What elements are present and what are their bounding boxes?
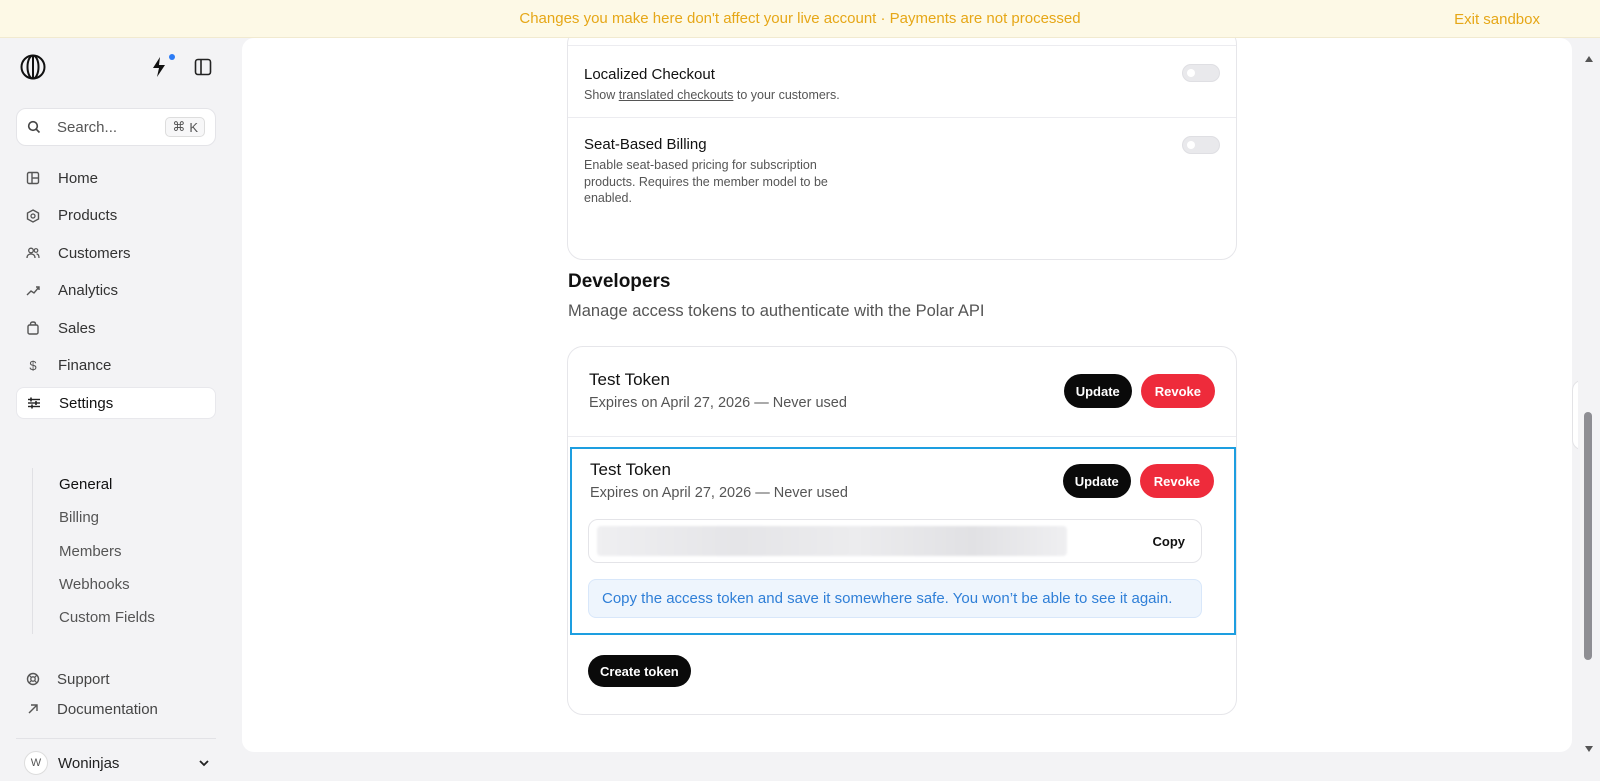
support-link[interactable]: Support (16, 664, 216, 694)
search-input[interactable] (57, 118, 162, 136)
create-token-button[interactable]: Create token (588, 655, 691, 687)
sidebar-toggle-icon[interactable] (194, 58, 212, 76)
feature-flags-card: Localized Checkout Show translated check… (567, 38, 1237, 260)
nav-item-sales[interactable]: Sales (16, 312, 216, 344)
update-token-button[interactable]: Update (1063, 374, 1132, 408)
nav-item-settings[interactable]: Settings (16, 387, 216, 419)
search-box[interactable]: ⌘ K (16, 108, 216, 146)
developers-heading: Developers (568, 271, 671, 292)
nav-item-finance[interactable]: $ Finance (16, 350, 216, 382)
exit-sandbox-link[interactable]: Exit sandbox (1454, 0, 1540, 38)
home-icon (26, 171, 40, 185)
seat-based-billing-row: Seat-Based Billing Enable seat-based pri… (568, 117, 1236, 261)
subnav-item-webhooks[interactable]: Webhooks (59, 568, 212, 601)
seat-based-billing-toggle[interactable] (1182, 136, 1220, 154)
access-tokens-card: Test Token Expires on April 27, 2026 — N… (567, 346, 1237, 715)
scrollbar-thumb[interactable] (1584, 412, 1592, 660)
account-name: Woninjas (58, 754, 120, 772)
finance-icon: $ (29, 358, 37, 373)
token-save-notice: Copy the access token and save it somewh… (588, 579, 1202, 618)
command-key-icon: ⌘ (172, 119, 186, 134)
bolt-icon[interactable] (150, 56, 168, 78)
sidebar-divider (16, 738, 216, 739)
settings-subnav: General Billing Members Webhooks Custom … (32, 468, 212, 635)
new-token-row: Test Token Expires on April 27, 2026 — N… (570, 447, 1236, 635)
customers-icon (26, 247, 40, 259)
scroll-down-icon[interactable] (1584, 744, 1594, 754)
sidebar: ⌘ K Home Products Customers Analytics Sa… (0, 38, 242, 775)
developers-subtitle: Manage access tokens to authenticate wit… (568, 302, 985, 320)
translated-checkouts-link[interactable]: translated checkouts (619, 88, 734, 102)
search-shortcut: ⌘ K (165, 117, 205, 137)
copy-token-button[interactable]: Copy (1153, 534, 1186, 549)
chevron-down-icon (199, 760, 209, 767)
localized-checkout-toggle[interactable] (1182, 64, 1220, 82)
main-content: Localized Checkout Show translated check… (242, 38, 1572, 752)
nav-item-customers[interactable]: Customers (16, 237, 216, 269)
support-icon (26, 672, 40, 686)
subnav-item-custom-fields[interactable]: Custom Fields (59, 601, 212, 634)
settings-icon (28, 397, 40, 409)
main-nav: Home Products Customers Analytics Sales … (16, 162, 216, 425)
nav-item-products[interactable]: Products (16, 200, 216, 232)
documentation-link[interactable]: Documentation (16, 694, 216, 724)
token-row: Test Token Expires on April 27, 2026 — N… (568, 347, 1236, 437)
localized-checkout-row: Localized Checkout Show translated check… (568, 45, 1236, 117)
localized-checkout-desc: Show translated checkouts to your custom… (584, 88, 840, 102)
nav-item-analytics[interactable]: Analytics (16, 275, 216, 307)
subnav-item-general[interactable]: General (59, 468, 212, 501)
blurred-token-value (597, 526, 1067, 556)
sandbox-banner: Changes you make here don't affect your … (0, 0, 1600, 38)
sales-icon (27, 321, 39, 335)
subnav-item-billing[interactable]: Billing (59, 501, 212, 534)
sidebar-footer-links: Support Documentation (16, 664, 216, 724)
subnav-item-members[interactable]: Members (59, 535, 212, 568)
sandbox-banner-message: Changes you make here don't affect your … (519, 10, 1081, 27)
search-icon (27, 120, 41, 134)
scroll-up-icon[interactable] (1584, 54, 1594, 64)
revoke-token-button[interactable]: Revoke (1139, 464, 1214, 498)
products-icon (26, 208, 40, 223)
external-link-icon (28, 704, 38, 714)
update-token-button[interactable]: Update (1062, 464, 1131, 498)
account-switcher[interactable]: W Woninjas (16, 745, 216, 781)
notification-dot (169, 54, 175, 60)
token-secret-field[interactable]: Copy (588, 519, 1202, 563)
avatar: W (24, 751, 48, 775)
revoke-token-button[interactable]: Revoke (1140, 374, 1215, 408)
seat-based-billing-title: Seat-Based Billing (584, 136, 707, 153)
scrollbar[interactable] (1578, 38, 1600, 760)
analytics-icon (26, 285, 40, 295)
polar-logo-icon[interactable] (20, 54, 46, 80)
nav-item-home[interactable]: Home (16, 162, 216, 194)
localized-checkout-title: Localized Checkout (584, 66, 715, 83)
seat-based-billing-desc: Enable seat-based pricing for subscripti… (584, 158, 828, 205)
